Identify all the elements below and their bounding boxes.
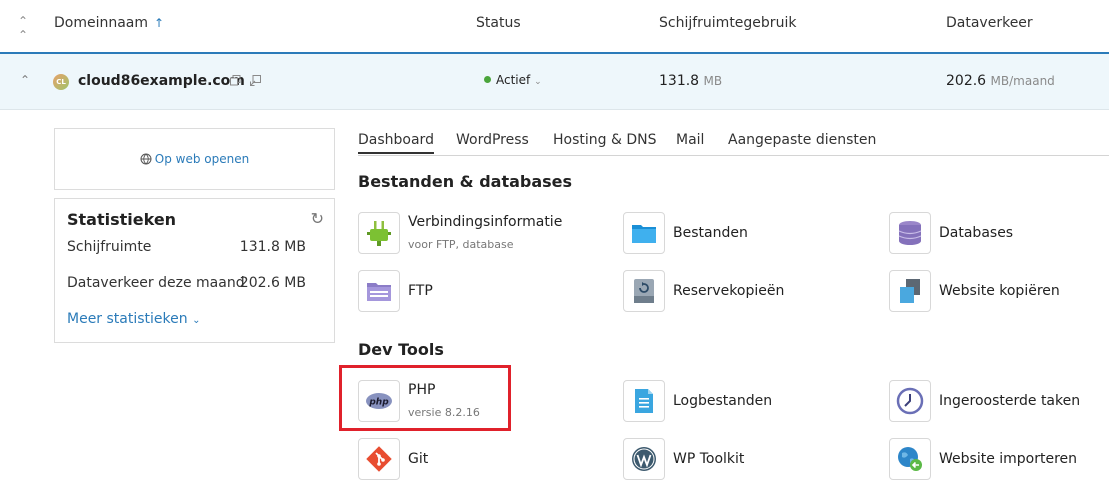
tool-name: Website importeren <box>939 451 1078 467</box>
tab-bar: Dashboard WordPress Hosting & DNS Mail A… <box>358 128 1109 156</box>
disk-usage-value: 131.8 MB <box>659 73 723 89</box>
statistics-title: Statistieken <box>67 210 177 229</box>
domain-row[interactable]: ⌃ CL cloud86example.com Actief ⌄ 131.8 M… <box>0 54 1109 110</box>
tool-name: Reservekopieën <box>673 283 785 299</box>
tool-name: Website kopiëren <box>939 283 1060 299</box>
tool-name: Bestanden <box>673 225 748 241</box>
copy-site-icon <box>889 270 931 312</box>
preview-icon[interactable] <box>250 75 261 86</box>
tool-subtitle: voor FTP, database <box>408 238 514 251</box>
open-web-card: Op web openen <box>54 128 335 190</box>
active-status-dot <box>484 76 491 83</box>
section-title-files-databases: Bestanden & databases <box>358 172 573 191</box>
folder-icon <box>623 212 665 254</box>
column-domain[interactable]: Domeinnaam ↑ <box>54 15 164 31</box>
highlight-box <box>339 365 511 431</box>
sort-ascending-icon[interactable]: ↑ <box>154 16 164 30</box>
stat-value-traffic: 202.6 MB <box>239 275 306 291</box>
database-icon <box>889 212 931 254</box>
tool-name: Ingeroosterde taken <box>939 393 1081 409</box>
traffic-value: 202.6 MB/maand <box>946 73 1055 89</box>
wordpress-icon <box>623 438 665 480</box>
tool-connection-info[interactable]: Verbindingsinformatie voor FTP, database <box>358 212 598 258</box>
log-file-icon <box>623 380 665 422</box>
site-favicon: CL <box>53 74 69 90</box>
stat-label-disk: Schijfruimte <box>67 239 152 255</box>
tool-name: FTP <box>408 283 433 299</box>
status-dropdown[interactable]: Actief ⌄ <box>484 73 542 87</box>
tool-name: WP Toolkit <box>673 451 745 467</box>
tool-name: Verbindingsinformatie <box>408 214 563 230</box>
stat-value-disk: 131.8 MB <box>239 239 306 255</box>
tab-custom-services[interactable]: Aangepaste diensten <box>728 132 876 148</box>
tool-databases[interactable]: Databases <box>889 212 1109 258</box>
tab-wordpress[interactable]: WordPress <box>456 132 529 148</box>
column-disk-usage[interactable]: Schijfruimtegebruik <box>659 15 796 31</box>
column-traffic[interactable]: Dataverkeer <box>946 15 1033 31</box>
clock-icon <box>889 380 931 422</box>
tab-dashboard[interactable]: Dashboard <box>358 132 434 154</box>
tool-import-website[interactable]: Website importeren <box>889 438 1109 484</box>
collapse-row-icon[interactable]: ⌃ <box>20 73 30 87</box>
import-globe-icon <box>889 438 931 480</box>
tab-hosting-dns[interactable]: Hosting & DNS <box>553 132 656 148</box>
tool-git[interactable]: Git <box>358 438 598 484</box>
column-status[interactable]: Status <box>476 15 521 31</box>
tool-files[interactable]: Bestanden <box>623 212 863 258</box>
more-statistics-link[interactable]: Meer statistieken ⌄ <box>67 311 200 327</box>
tool-name: Git <box>408 451 429 467</box>
tool-name: Logbestanden <box>673 393 773 409</box>
tool-backups[interactable]: Reservekopieën <box>623 270 863 316</box>
tool-name: Databases <box>939 225 1014 241</box>
tool-scheduled-tasks[interactable]: Ingeroosterde taken <box>889 380 1109 426</box>
backup-icon <box>623 270 665 312</box>
collapse-all-icon[interactable]: ⌃ ⌃ <box>18 14 28 42</box>
tool-log-files[interactable]: Logbestanden <box>623 380 863 426</box>
tool-copy-website[interactable]: Website kopiëren <box>889 270 1109 316</box>
copy-icon[interactable] <box>230 75 241 86</box>
section-title-dev-tools: Dev Tools <box>358 340 444 359</box>
chevron-down-icon: ⌄ <box>534 77 542 87</box>
domain-name-link[interactable]: cloud86example.com <box>78 73 245 89</box>
globe-icon <box>140 153 152 165</box>
tool-wp-toolkit[interactable]: WP Toolkit <box>623 438 863 484</box>
stat-label-traffic: Dataverkeer deze maand <box>67 275 245 291</box>
chevron-down-icon: ⌄ <box>192 315 201 326</box>
refresh-icon[interactable]: ↻ <box>311 209 324 228</box>
statistics-card: Statistieken ↻ Schijfruimte 131.8 MB Dat… <box>54 198 335 343</box>
table-header: ⌃ ⌃ Domeinnaam ↑ Status Schijfruimtegebrui… <box>0 0 1109 54</box>
git-icon <box>358 438 400 480</box>
tab-mail[interactable]: Mail <box>676 132 704 148</box>
tool-ftp[interactable]: FTP <box>358 270 598 316</box>
open-web-link[interactable]: Op web openen <box>55 152 334 166</box>
ftp-folder-icon <box>358 270 400 312</box>
plug-icon <box>358 212 400 254</box>
